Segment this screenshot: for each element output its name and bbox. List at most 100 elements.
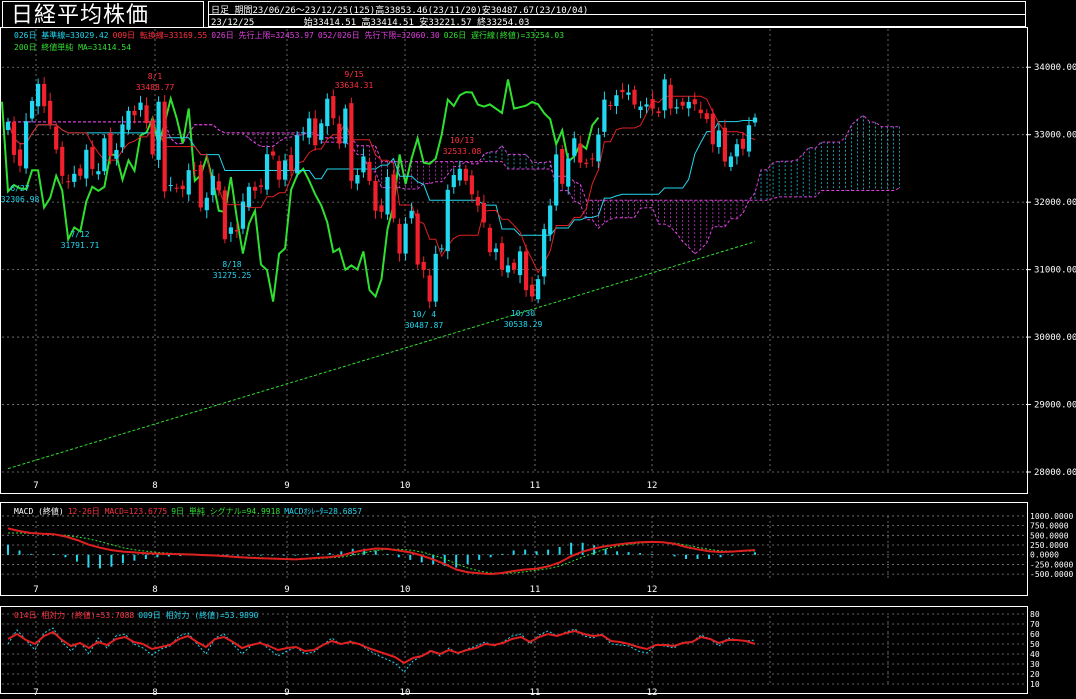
candle-body — [403, 223, 408, 254]
x-tick-label: 10 — [400, 481, 411, 491]
macd-y-tick: 0.0000 — [1030, 551, 1059, 560]
page-title: 日経平均株価 — [2, 1, 204, 28]
y-tick-label: 28000.00 — [1034, 468, 1076, 478]
candle-body — [704, 113, 709, 120]
candle-body — [433, 253, 438, 302]
candle-body — [192, 170, 197, 172]
candle-body — [469, 175, 474, 195]
chart-window: 日経平均株価 日足 期間23/06/26～23/12/25(125)高33853… — [0, 0, 1076, 699]
candle-body — [72, 173, 77, 182]
candle-body — [602, 99, 607, 132]
candle-body — [620, 89, 625, 93]
candle-body — [337, 123, 342, 144]
candle-body — [511, 262, 517, 270]
candle-body — [240, 201, 246, 229]
macd-signal-line — [8, 532, 756, 574]
candle-body — [590, 158, 595, 160]
candle-body — [548, 205, 553, 235]
candle-body — [60, 146, 65, 176]
annotation-date: 6/27 — [10, 184, 29, 193]
y-tick-label: 31000.00 — [1034, 266, 1076, 276]
macd-y-tick: -250.0000 — [1030, 560, 1074, 569]
candle-body — [23, 121, 29, 169]
rsi-x-tick: 11 — [530, 688, 541, 698]
rsi-y-tick: 40 — [1030, 650, 1040, 659]
candle-body — [313, 118, 318, 146]
macd-y-tick: -500.0000 — [1030, 570, 1074, 579]
candle-body — [668, 84, 673, 109]
candle-body — [204, 197, 209, 211]
candle-body — [686, 101, 691, 109]
macd-x-tick: 10 — [400, 585, 411, 595]
annotation-value: 30487.87 — [405, 321, 444, 330]
candle-body — [5, 121, 11, 130]
rsi-x-tick: 10 — [400, 688, 411, 698]
y-tick-label: 30000.00 — [1034, 333, 1076, 343]
candle-body — [114, 150, 119, 159]
candle-body — [451, 175, 456, 188]
candle-body — [108, 132, 113, 157]
candle-body — [168, 185, 173, 187]
candle-body — [608, 105, 613, 107]
candle-body — [150, 120, 155, 155]
candle-body — [728, 156, 734, 167]
candle-body — [252, 186, 258, 191]
candle-body — [481, 202, 487, 223]
candle-body — [138, 102, 143, 110]
candle-body — [409, 210, 414, 219]
y-tick-label: 29000.00 — [1034, 401, 1076, 411]
annotation-value: 32533.08 — [443, 147, 482, 156]
candle-body — [554, 154, 559, 206]
candle-body — [174, 187, 179, 189]
candle-body — [397, 223, 402, 254]
candle-body — [276, 160, 282, 180]
candle-body — [415, 213, 420, 265]
candle-body — [680, 101, 685, 106]
candle-body — [90, 147, 95, 169]
rsi-y-tick: 10 — [1030, 680, 1040, 689]
annotation-date: 10/ 4 — [412, 310, 436, 319]
macd-x-tick: 9 — [284, 585, 289, 595]
candle-body — [132, 110, 137, 116]
candle-body — [156, 101, 161, 160]
candle-body — [752, 117, 758, 123]
macd-y-tick: 500.0000 — [1030, 531, 1069, 540]
candle-body — [216, 181, 221, 191]
price-chart: 34000.00 33000.00 32000.00 31000.00 30000.00… — [1, 29, 1076, 491]
candle-body — [17, 149, 23, 166]
rsi-y-tick: 80 — [1030, 610, 1040, 619]
candle-body — [289, 155, 294, 171]
annotation-value: 31791.71 — [61, 241, 100, 250]
macd-y-tick: 750.0000 — [1030, 522, 1069, 531]
info-header: 日足 期間23/06/26～23/12/25(125)高33853.46(23/… — [208, 1, 1026, 28]
macd-x-tick: 12 — [647, 585, 658, 595]
candle-body — [421, 261, 426, 271]
candle-body — [78, 168, 83, 176]
annotation-date: 7/12 — [70, 230, 89, 239]
candle-body — [614, 95, 619, 107]
annotation-value: 31275.25 — [213, 271, 252, 280]
x-tick-label: 7 — [33, 481, 38, 491]
macd-y-tick: 250.0000 — [1030, 541, 1069, 550]
candle-body — [258, 185, 264, 187]
candle-body — [632, 89, 637, 105]
candle-body — [572, 138, 577, 156]
x-tick-label: 9 — [284, 481, 289, 491]
candle-body — [626, 92, 631, 95]
candle-body — [66, 181, 71, 183]
candle-body — [662, 79, 667, 111]
y-tick-label: 34000.00 — [1034, 63, 1076, 73]
rsi-y-tick: 50 — [1030, 640, 1040, 649]
rsi-y-tick: 30 — [1030, 660, 1040, 669]
macd-x-tick: 11 — [530, 585, 541, 595]
candle-body — [228, 227, 234, 234]
rsi14-line — [7, 629, 756, 665]
candle-body — [283, 160, 288, 180]
candle-body — [331, 96, 336, 119]
candle-body — [222, 190, 227, 240]
annotation-value: 30538.29 — [504, 320, 543, 329]
rsi-y-tick: 70 — [1030, 620, 1040, 629]
candle-body — [746, 125, 752, 152]
annotation-date: 8/1 — [148, 72, 163, 81]
y-tick-label: 33000.00 — [1034, 131, 1076, 141]
